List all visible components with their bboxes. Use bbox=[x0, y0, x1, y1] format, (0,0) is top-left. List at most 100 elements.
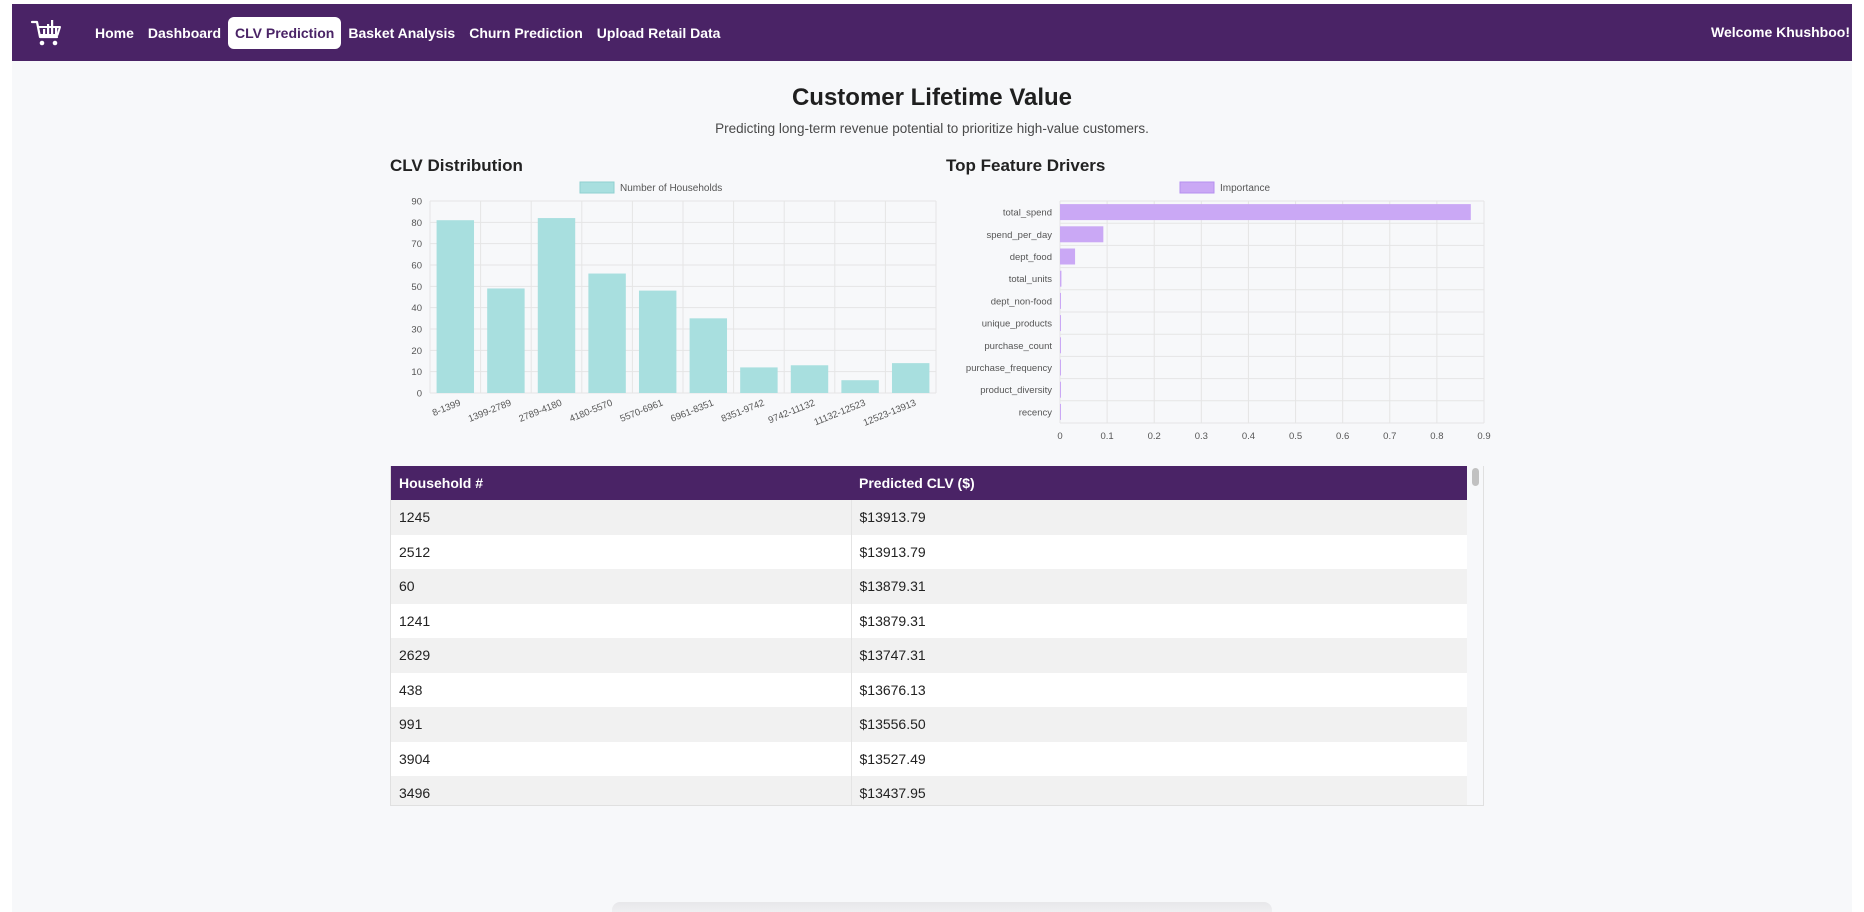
table-row[interactable]: 1241 $13879.31 bbox=[391, 603, 1469, 638]
y-tick-label: 80 bbox=[411, 218, 422, 229]
bar[interactable] bbox=[689, 318, 728, 393]
page-title: Customer Lifetime Value bbox=[791, 84, 1073, 111]
bar[interactable] bbox=[1060, 270, 1062, 287]
bar[interactable] bbox=[1060, 248, 1076, 265]
x-tick-label: 0.6 bbox=[1336, 431, 1349, 442]
x-tick-label: 8351-9742 bbox=[720, 398, 766, 425]
shopping-cart-icon[interactable] bbox=[30, 18, 64, 48]
y-tick-label: total_spend bbox=[1003, 208, 1052, 219]
y-tick-label: dept_non-food bbox=[991, 296, 1052, 307]
bar[interactable] bbox=[891, 363, 930, 393]
bar[interactable] bbox=[841, 380, 879, 393]
bar[interactable] bbox=[1060, 226, 1104, 243]
bar[interactable] bbox=[1060, 381, 1061, 398]
x-tick-label: 5570-6961 bbox=[619, 398, 665, 425]
clv-cell: $13676.13 bbox=[851, 672, 1469, 707]
nav-menu: Home Dashboard CLV Prediction Basket Analys… bbox=[88, 16, 728, 49]
clv-cell: $13527.49 bbox=[851, 741, 1469, 776]
y-tick-label: purchase_count bbox=[984, 341, 1052, 352]
app-window: Home Dashboard CLV Prediction Basket Analys… bbox=[12, 4, 1852, 912]
predicted-clv-column-header[interactable]: Predicted CLV ($) bbox=[851, 466, 1469, 500]
y-tick-label: 20 bbox=[411, 346, 422, 357]
y-tick-label: 50 bbox=[411, 282, 422, 293]
y-tick-label: purchase_frequency bbox=[966, 363, 1052, 374]
household-cell: 1245 bbox=[391, 500, 852, 535]
household-cell: 2629 bbox=[391, 638, 852, 673]
bar[interactable] bbox=[638, 290, 677, 393]
y-tick-label: 10 bbox=[411, 367, 422, 378]
feature-drivers-title: Top Feature Drivers bbox=[946, 156, 1106, 175]
y-tick-label: unique_products bbox=[982, 319, 1052, 330]
bar[interactable] bbox=[1060, 204, 1471, 221]
nav-item-dashboard[interactable]: Dashboard bbox=[141, 17, 228, 49]
bar[interactable] bbox=[537, 218, 576, 393]
household-cell: 3496 bbox=[391, 776, 852, 805]
bar[interactable] bbox=[487, 288, 525, 393]
x-tick-label: 12523-13913 bbox=[862, 398, 918, 429]
y-tick-label: 0 bbox=[417, 389, 422, 400]
bar[interactable] bbox=[740, 367, 778, 393]
household-cell: 1241 bbox=[391, 603, 852, 638]
x-tick-label: 0.2 bbox=[1148, 431, 1161, 442]
bar[interactable] bbox=[1060, 292, 1061, 309]
clv-cell: $13913.79 bbox=[851, 534, 1469, 569]
nav-item-upload-retail-data[interactable]: Upload Retail Data bbox=[590, 17, 728, 49]
bar[interactable] bbox=[1060, 403, 1061, 420]
table-row[interactable]: 2512 $13913.79 bbox=[391, 534, 1469, 569]
table-row[interactable]: 60 $13879.31 bbox=[391, 569, 1469, 604]
y-tick-label: total_units bbox=[1009, 274, 1053, 285]
bar[interactable] bbox=[1060, 315, 1061, 332]
nav-item-clv-prediction[interactable]: CLV Prediction bbox=[228, 16, 342, 49]
x-tick-label: 0.5 bbox=[1289, 431, 1302, 442]
legend-swatch bbox=[579, 181, 615, 194]
household-cell: 60 bbox=[391, 569, 852, 604]
household-cell: 2512 bbox=[391, 534, 852, 569]
clv-cell: $13747.31 bbox=[851, 638, 1469, 673]
nav-item-basket-analysis[interactable]: Basket Analysis bbox=[341, 17, 462, 49]
x-tick-label: 4180-5570 bbox=[568, 398, 614, 425]
bar[interactable] bbox=[790, 365, 829, 393]
table-row[interactable]: 3496 $13437.95 bbox=[391, 776, 1469, 805]
household-cell: 3904 bbox=[391, 741, 852, 776]
x-tick-label: 9742-11132 bbox=[767, 398, 817, 427]
nav-item-home[interactable]: Home bbox=[88, 17, 141, 49]
table-header-row: Household # Predicted CLV ($) bbox=[391, 466, 1469, 500]
bar[interactable] bbox=[1060, 359, 1061, 376]
x-tick-label: 11132-12523 bbox=[812, 398, 867, 429]
table-row[interactable]: 991 $13556.50 bbox=[391, 707, 1469, 742]
household-column-header[interactable]: Household # bbox=[391, 466, 851, 500]
table-scrollbar[interactable] bbox=[1467, 466, 1483, 805]
x-tick-label: 0.9 bbox=[1477, 431, 1490, 442]
scrollbar-thumb[interactable] bbox=[1472, 468, 1479, 486]
x-tick-label: 0.7 bbox=[1383, 431, 1396, 442]
y-tick-label: 60 bbox=[411, 261, 422, 272]
clv-table-container[interactable]: Household # Predicted CLV ($) 1245 $13913… bbox=[390, 466, 1484, 806]
bottom-panel-edge bbox=[612, 902, 1272, 912]
x-tick-label: 0.3 bbox=[1195, 431, 1208, 442]
x-tick-label: 0.8 bbox=[1430, 431, 1443, 442]
household-cell: 438 bbox=[391, 672, 852, 707]
bar[interactable] bbox=[436, 220, 475, 393]
x-tick-label: 8-1399 bbox=[431, 398, 463, 419]
table-row[interactable]: 2629 $13747.31 bbox=[391, 638, 1469, 673]
bar[interactable] bbox=[1060, 337, 1061, 354]
clv-cell: $13879.31 bbox=[851, 569, 1469, 604]
bar[interactable] bbox=[588, 273, 626, 393]
legend-swatch bbox=[1179, 181, 1215, 194]
clv-distribution-title: CLV Distribution bbox=[390, 156, 523, 175]
legend-label: Importance bbox=[1220, 183, 1270, 194]
legend-label: Number of Households bbox=[620, 183, 722, 194]
clv-table: Household # Predicted CLV ($) 1245 $13913… bbox=[391, 466, 1469, 805]
x-tick-label: 2789-4180 bbox=[517, 398, 563, 425]
clv-cell: $13879.31 bbox=[851, 603, 1469, 638]
top-navbar: Home Dashboard CLV Prediction Basket Analys… bbox=[12, 4, 1852, 61]
y-tick-label: recency bbox=[1019, 407, 1053, 418]
clv-distribution-chart: Number of Households 0 10 20 30 40 50 60 70 80 90 8… bbox=[411, 181, 937, 429]
table-row[interactable]: 438 $13676.13 bbox=[391, 672, 1469, 707]
y-tick-label: 90 bbox=[411, 197, 422, 208]
nav-item-churn-prediction[interactable]: Churn Prediction bbox=[462, 17, 590, 49]
table-row[interactable]: 3904 $13527.49 bbox=[391, 741, 1469, 776]
y-tick-label: 40 bbox=[411, 303, 422, 314]
table-row[interactable]: 1245 $13913.79 bbox=[391, 500, 1469, 535]
x-tick-label: 1399-2789 bbox=[467, 398, 513, 425]
